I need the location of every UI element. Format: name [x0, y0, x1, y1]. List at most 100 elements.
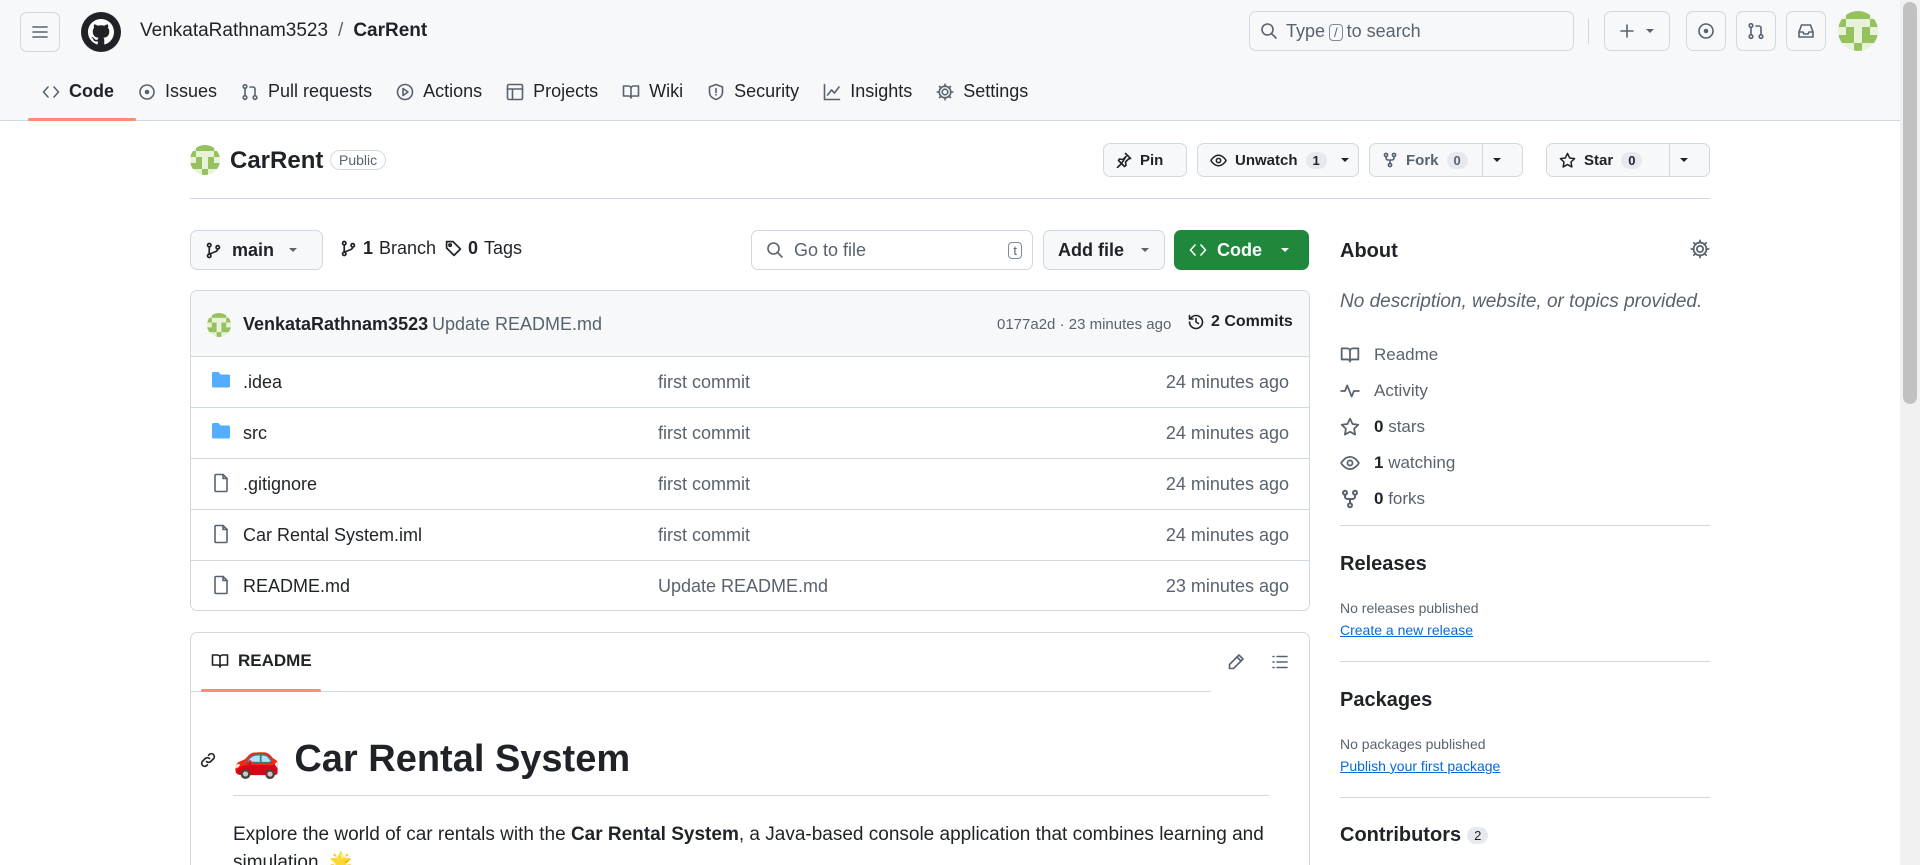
menu-button[interactable] — [20, 12, 60, 52]
search-input[interactable]: Type / to search — [1249, 11, 1574, 51]
fork-icon — [1382, 152, 1398, 168]
repo-title[interactable]: CarRent — [230, 147, 323, 175]
user-avatar[interactable] — [1838, 11, 1878, 51]
tab-code[interactable]: Code — [28, 78, 136, 121]
commit-message[interactable]: Update README.md — [432, 314, 602, 335]
inbox-button[interactable] — [1786, 11, 1826, 51]
file-commit-message[interactable]: first commit — [658, 423, 750, 444]
watch-dropdown[interactable] — [1331, 144, 1359, 176]
file-name[interactable]: src — [243, 423, 267, 444]
tab-label: Insights — [850, 81, 913, 101]
outline-list-icon[interactable] — [1271, 653, 1289, 671]
readme-panel: README 🚗 Car Rental System Explore the w… — [190, 632, 1310, 865]
tab-projects[interactable]: Projects — [494, 78, 610, 105]
readme-title: 🚗 Car Rental System — [233, 737, 630, 781]
table-row[interactable]: .gitignore first commit 24 minutes ago — [191, 459, 1309, 510]
tab-issues[interactable]: Issues — [126, 78, 229, 105]
contributors-heading[interactable]: Contributors 2 — [1340, 824, 1489, 847]
shield-icon — [707, 83, 725, 101]
about-item-label: Activity — [1374, 381, 1428, 400]
repo-owner-avatar[interactable] — [190, 145, 220, 175]
tab-label: Settings — [963, 81, 1029, 101]
tab-insights[interactable]: Insights — [811, 78, 924, 105]
releases-heading[interactable]: Releases — [1340, 553, 1427, 576]
eye-icon — [1340, 453, 1360, 473]
file-commit-message[interactable]: first commit — [658, 474, 750, 495]
add-file-button[interactable]: Add file — [1043, 230, 1165, 270]
repo-tabs: Code Issues Pull requests Actions Projec… — [28, 78, 1040, 121]
pull-requests-button[interactable] — [1736, 11, 1776, 51]
star-button[interactable]: Star 0 — [1546, 143, 1710, 177]
latest-commit-bar: VenkataRathnam3523 Update README.md 0177… — [191, 291, 1309, 357]
table-row[interactable]: Car Rental System.iml first commit 24 mi… — [191, 510, 1309, 561]
file-name[interactable]: Car Rental System.iml — [243, 525, 422, 546]
table-row[interactable]: .idea first commit 24 minutes ago — [191, 357, 1309, 408]
chevron-down-icon — [1492, 155, 1502, 165]
file-icon — [211, 473, 231, 493]
car-emoji: 🚗 — [233, 738, 281, 780]
contributors-count: 2 — [1467, 827, 1489, 845]
file-age: 24 minutes ago — [1165, 423, 1289, 443]
chevron-down-icon — [1340, 155, 1350, 165]
about-heading: About — [1340, 240, 1398, 262]
branches-link[interactable]: 1 Branch — [340, 238, 436, 259]
branch-selector[interactable]: main — [190, 230, 323, 270]
tab-settings[interactable]: Settings — [924, 78, 1040, 105]
star-label: Star — [1584, 151, 1614, 169]
table-row[interactable]: README.md Update README.md 23 minutes ag… — [191, 561, 1309, 610]
activity-link[interactable]: Activity — [1340, 373, 1455, 409]
commit-author-avatar[interactable] — [207, 313, 231, 337]
go-to-file-input[interactable]: Go to file t — [751, 230, 1033, 270]
commit-meta[interactable]: 0177a2d · 23 minutes ago — [997, 316, 1171, 333]
code-icon — [42, 83, 60, 101]
file-commit-message[interactable]: Update README.md — [658, 576, 828, 597]
pin-label: Pin — [1140, 151, 1164, 169]
watching-link[interactable]: 1 watching — [1340, 445, 1455, 481]
breadcrumb-repo[interactable]: CarRent — [353, 20, 427, 42]
file-name[interactable]: .idea — [243, 372, 282, 393]
tab-security[interactable]: Security — [695, 78, 811, 105]
scrollbar-thumb[interactable] — [1903, 2, 1917, 404]
tab-pull-requests[interactable]: Pull requests — [229, 78, 384, 105]
book-icon — [622, 83, 640, 101]
page-scrollbar[interactable] — [1900, 0, 1920, 865]
tab-wiki[interactable]: Wiki — [610, 78, 695, 105]
code-button[interactable]: Code — [1174, 230, 1309, 270]
file-name[interactable]: README.md — [243, 576, 350, 597]
file-icon — [211, 524, 231, 544]
file-table: VenkataRathnam3523 Update README.md 0177… — [190, 290, 1310, 611]
readme-tab[interactable]: README — [211, 651, 312, 671]
tags-link[interactable]: 0 Tags — [445, 238, 522, 259]
create-release-link[interactable]: Create a new release — [1340, 622, 1473, 638]
unwatch-button[interactable]: Unwatch 1 — [1197, 143, 1359, 177]
hamburger-icon — [31, 23, 49, 41]
commit-author[interactable]: VenkataRathnam3523 — [243, 314, 428, 335]
fork-label: Fork — [1406, 151, 1439, 169]
issues-button[interactable] — [1686, 11, 1726, 51]
book-icon — [211, 652, 229, 670]
table-row[interactable]: src first commit 24 minutes ago — [191, 408, 1309, 459]
eye-icon — [1210, 152, 1227, 169]
github-logo[interactable] — [81, 12, 121, 52]
create-new-button[interactable] — [1604, 11, 1670, 51]
forks-link[interactable]: 0 forks — [1340, 481, 1455, 517]
readme-link[interactable]: Readme — [1340, 337, 1455, 373]
tab-actions[interactable]: Actions — [384, 78, 494, 105]
fork-dropdown[interactable] — [1482, 144, 1511, 176]
about-description: No description, website, or topics provi… — [1340, 291, 1703, 312]
stars-link[interactable]: 0 stars — [1340, 409, 1455, 445]
pin-button[interactable]: Pin — [1103, 143, 1187, 177]
link-icon[interactable] — [199, 751, 217, 769]
fork-counter: 0 — [1446, 151, 1468, 169]
commits-link[interactable]: 2 Commits — [1187, 313, 1293, 331]
file-name[interactable]: .gitignore — [243, 474, 317, 495]
packages-heading[interactable]: Packages — [1340, 689, 1432, 712]
gear-icon[interactable] — [1690, 239, 1710, 259]
publish-package-link[interactable]: Publish your first package — [1340, 758, 1500, 774]
file-commit-message[interactable]: first commit — [658, 372, 750, 393]
pencil-icon[interactable] — [1227, 653, 1245, 671]
star-dropdown[interactable] — [1669, 144, 1698, 176]
fork-button[interactable]: Fork 0 — [1369, 143, 1523, 177]
breadcrumb-owner[interactable]: VenkataRathnam3523 — [140, 20, 328, 42]
file-commit-message[interactable]: first commit — [658, 525, 750, 546]
